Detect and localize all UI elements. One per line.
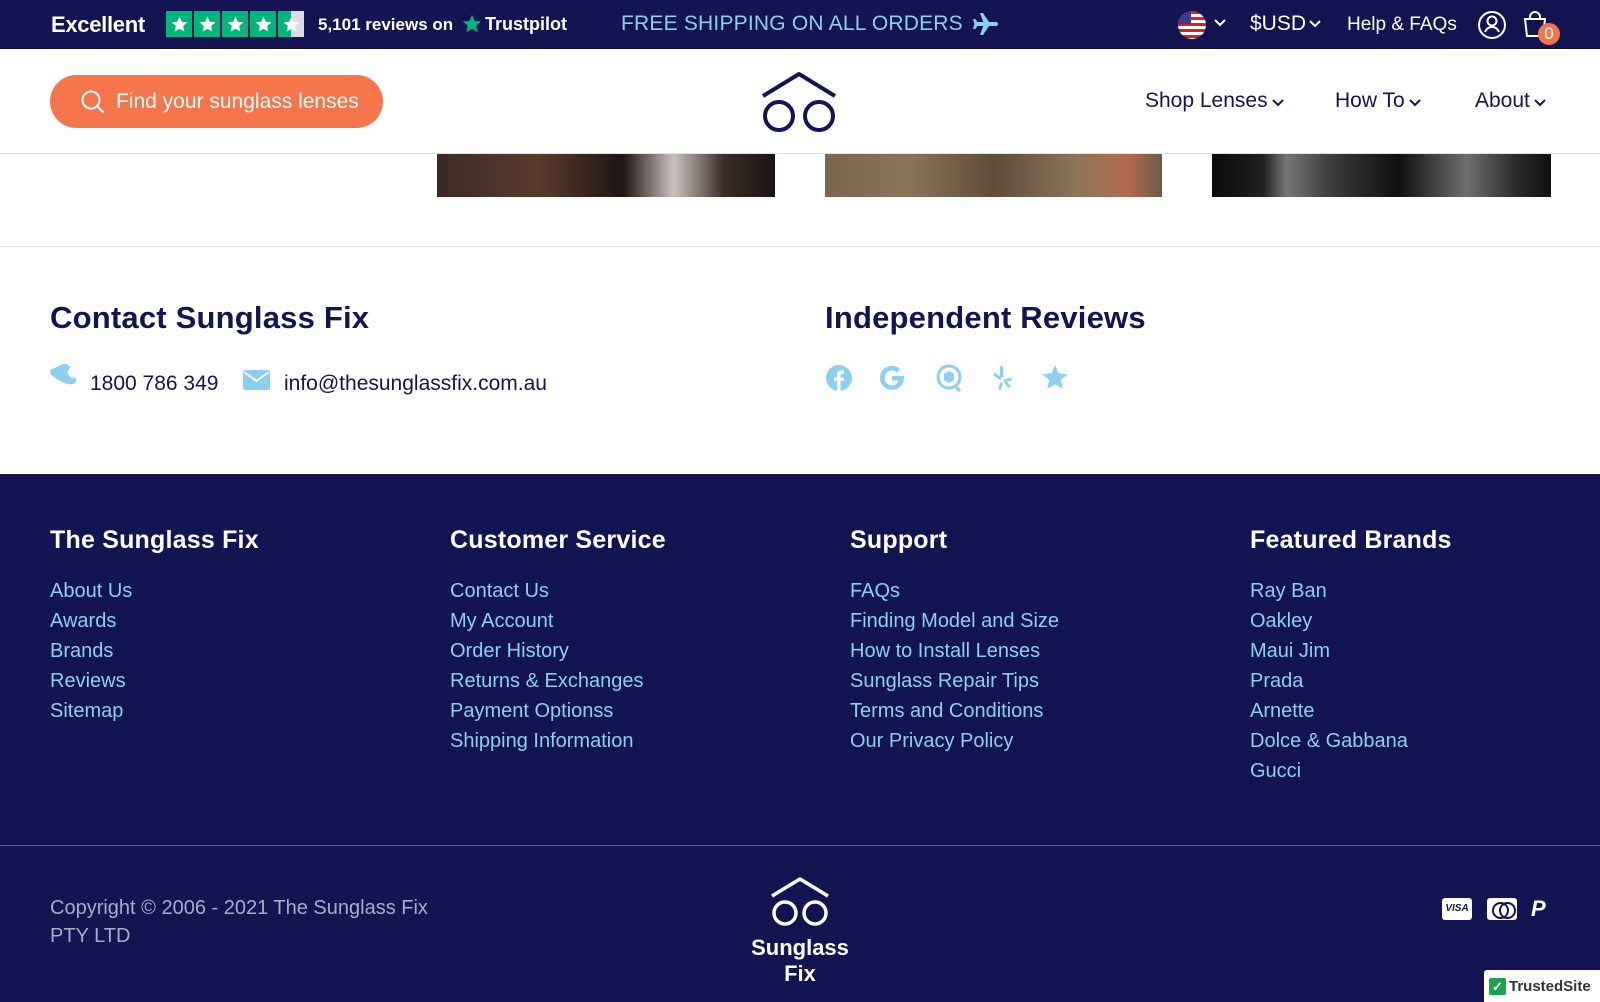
email-icon xyxy=(243,370,270,390)
chevron-down-icon xyxy=(1534,99,1546,107)
footer-column-title: Featured Brands xyxy=(1250,526,1452,554)
chevron-down-icon xyxy=(1271,99,1284,107)
footer-link[interactable]: Shipping Information xyxy=(450,726,666,756)
main-header: Find your sunglass lenses Shop Lenses Ho… xyxy=(0,49,1600,154)
sunglass-fix-logo[interactable] xyxy=(760,70,838,134)
star-icon xyxy=(222,11,248,37)
footer-link[interactable]: Returns & Exchanges xyxy=(450,666,666,696)
article-image[interactable] xyxy=(825,154,1162,197)
contact-title: Contact Sunglass Fix xyxy=(50,300,370,335)
nav-label: How To xyxy=(1335,89,1405,112)
nav-about[interactable]: About xyxy=(1475,89,1546,113)
trustedsite-label: TrustedSite xyxy=(1509,977,1591,995)
footer-column-brands: Featured Brands Ray Ban Oakley Maui Jim … xyxy=(1250,526,1452,786)
footer-link[interactable]: Reviews xyxy=(50,666,259,696)
footer-column-title: The Sunglass Fix xyxy=(50,526,259,554)
footer-link[interactable]: Arnette xyxy=(1250,696,1452,726)
trustpilot-star-icon xyxy=(462,14,482,33)
chevron-down-icon[interactable] xyxy=(1214,16,1226,30)
currency-selector[interactable]: $USD xyxy=(1250,12,1321,36)
star-icon xyxy=(166,11,192,37)
footer-link[interactable]: Contact Us xyxy=(450,576,666,606)
visa-icon: VISA xyxy=(1442,898,1472,920)
nav-shop-lenses[interactable]: Shop Lenses xyxy=(1145,89,1284,113)
footer-link[interactable]: Prada xyxy=(1250,666,1452,696)
trustpilot-logo[interactable]: Trustpilot xyxy=(461,13,567,35)
footer-link[interactable]: Brands xyxy=(50,636,259,666)
footer-column-customer-service: Customer Service Contact Us My Account O… xyxy=(450,526,666,756)
trustpilot-review-count[interactable]: 5,101 reviews on xyxy=(318,15,453,35)
footer-column-title: Customer Service xyxy=(450,526,666,554)
reviews-title: Independent Reviews xyxy=(825,300,1146,335)
trustpilot-label: Trustpilot xyxy=(485,13,567,34)
footer-link[interactable]: Gucci xyxy=(1250,756,1452,786)
productreview-icon[interactable] xyxy=(935,364,963,392)
footer-link[interactable]: Dolce & Gabbana xyxy=(1250,726,1452,756)
footer-link[interactable]: Terms and Conditions xyxy=(850,696,1059,726)
footer-column-title: Support xyxy=(850,526,948,554)
footer-column-company: The Sunglass Fix About Us Awards Brands … xyxy=(50,526,259,726)
footer-logo-text: Sunglass Fix xyxy=(751,935,849,986)
contact-phone-link[interactable]: 1800 786 349 xyxy=(90,372,218,396)
help-faqs-link[interactable]: Help & FAQs xyxy=(1347,14,1457,36)
search-icon xyxy=(81,90,105,113)
footer-link[interactable]: Sitemap xyxy=(50,696,259,726)
footer-divider xyxy=(0,845,1600,846)
announcement-bar: Excellent 5,101 reviews on Trustpilot FR… xyxy=(0,0,1600,49)
footer-link[interactable]: Payment Optionss xyxy=(450,696,666,726)
account-icon[interactable] xyxy=(1477,10,1507,40)
star-icon xyxy=(194,11,220,37)
shipping-banner: FREE SHIPPING ON ALL ORDERS xyxy=(621,12,999,36)
nav-how-to[interactable]: How To xyxy=(1335,89,1421,113)
us-flag-icon[interactable] xyxy=(1178,11,1206,39)
footer-link[interactable]: Sunglass Repair Tips xyxy=(850,666,1059,696)
facebook-icon[interactable] xyxy=(825,364,853,392)
section-divider xyxy=(0,246,1600,247)
cart-count-badge[interactable]: 0 xyxy=(1538,23,1560,45)
footer-column-support: Support FAQs Finding Model and Size How … xyxy=(850,526,1059,756)
half-star-icon xyxy=(278,11,304,37)
mastercard-icon xyxy=(1487,898,1517,920)
footer-link[interactable]: My Account xyxy=(450,606,666,636)
google-icon[interactable] xyxy=(878,364,906,392)
star-icon xyxy=(250,11,276,37)
article-image[interactable] xyxy=(437,154,775,197)
chevron-down-icon xyxy=(1309,20,1321,28)
find-lenses-button[interactable]: Find your sunglass lenses xyxy=(50,75,383,128)
footer-link[interactable]: Maui Jim xyxy=(1250,636,1452,666)
article-image[interactable] xyxy=(1212,154,1551,197)
footer-link[interactable]: Order History xyxy=(450,636,666,666)
nav-label: About xyxy=(1475,89,1530,112)
copyright-text: Copyright © 2006 - 2021 The Sunglass Fix… xyxy=(50,897,428,947)
shipping-text: FREE SHIPPING ON ALL ORDERS xyxy=(621,12,963,35)
trustedsite-badge[interactable]: ✓ TrustedSite xyxy=(1484,970,1600,1002)
trustpilot-rating-word: Excellent xyxy=(51,12,145,37)
nav-label: Shop Lenses xyxy=(1145,89,1268,112)
footer-link[interactable]: Ray Ban xyxy=(1250,576,1452,606)
site-footer: The Sunglass Fix About Us Awards Brands … xyxy=(0,474,1600,1002)
trustpilot-stars[interactable] xyxy=(166,11,304,37)
footer-link[interactable]: Awards xyxy=(50,606,259,636)
phone-icon xyxy=(50,364,76,385)
footer-link[interactable]: FAQs xyxy=(850,576,1059,606)
footer-link[interactable]: About Us xyxy=(50,576,259,606)
footer-link[interactable]: Our Privacy Policy xyxy=(850,726,1059,756)
paypal-icon: P xyxy=(1531,896,1546,921)
contact-email-link[interactable]: info@thesunglassfix.com.au xyxy=(284,372,547,396)
footer-link[interactable]: Oakley xyxy=(1250,606,1452,636)
find-lenses-label: Find your sunglass lenses xyxy=(116,89,359,113)
star-review-icon[interactable] xyxy=(1041,364,1069,392)
footer-link[interactable]: How to Install Lenses xyxy=(850,636,1059,666)
yelp-icon[interactable] xyxy=(988,364,1016,392)
airplane-icon xyxy=(972,13,998,35)
sunglass-fix-logo-icon xyxy=(771,877,829,926)
chevron-down-icon xyxy=(1408,99,1421,107)
currency-label: $USD xyxy=(1250,12,1307,35)
footer-logo[interactable]: Sunglass Fix xyxy=(740,876,860,987)
footer-link[interactable]: Finding Model and Size xyxy=(850,606,1059,636)
checkmark-icon: ✓ xyxy=(1489,977,1506,995)
